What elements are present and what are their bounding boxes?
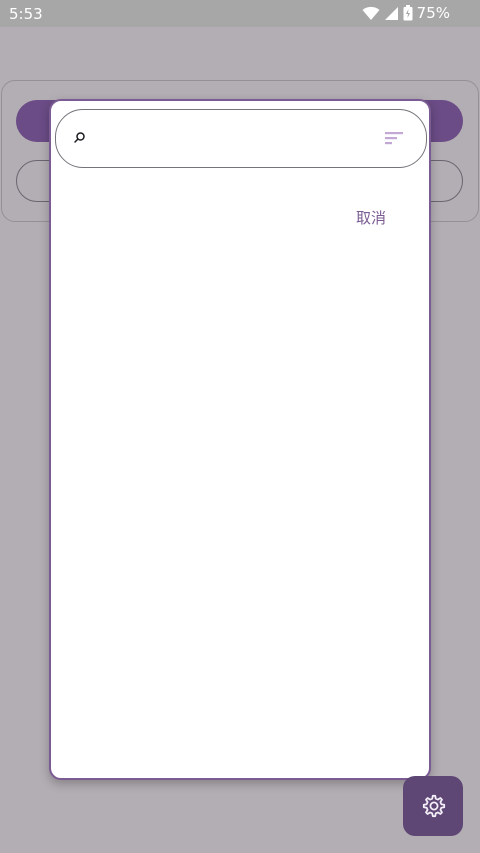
status-icons: 75% (362, 4, 450, 22)
search-icon (74, 132, 85, 143)
search-dialog: 取消 (49, 99, 431, 780)
wifi-icon (362, 6, 380, 20)
search-bar[interactable] (55, 109, 427, 168)
battery-percent: 75% (416, 4, 450, 22)
signal-icon (384, 6, 398, 20)
status-time: 5:53 (9, 5, 43, 23)
battery-icon (403, 5, 413, 21)
settings-button[interactable] (403, 776, 463, 836)
search-input[interactable] (98, 120, 372, 160)
cancel-button[interactable]: 取消 (351, 205, 391, 229)
filter-sort-icon[interactable] (384, 130, 404, 146)
status-bar: 5:53 75% (0, 0, 480, 27)
gear-icon (422, 794, 446, 818)
